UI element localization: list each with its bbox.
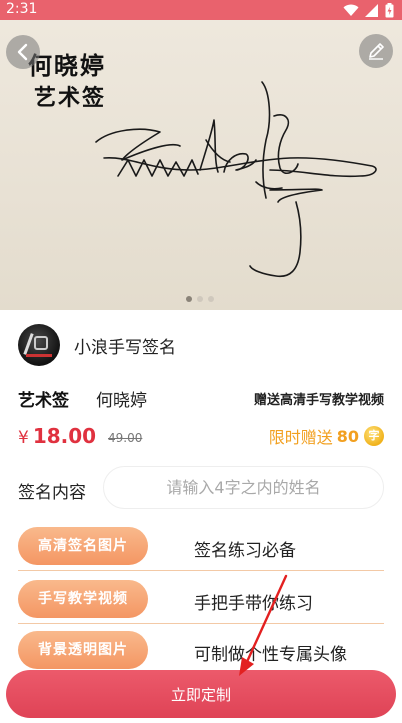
feature-tag: 高清签名图片 [18,527,148,565]
signature-content-label: 签名内容 [18,483,86,503]
edit-button[interactable] [359,34,393,68]
original-price: 49.00 [108,431,143,445]
pen-icon [369,43,384,60]
status-time: 2:31 [6,1,38,17]
status-icons [343,2,394,18]
shop-name: 小浪手写签名 [74,337,176,358]
status-bar: 2:31 [0,0,402,20]
feature-tag: 背景透明图片 [18,631,148,669]
signature-preview-image[interactable]: 何晓婷 艺术签 [0,20,402,310]
feature-item: 背景透明图片 可制做个性专属头像 [18,631,384,671]
carousel-dot [186,296,192,302]
feature-desc: 可制做个性专属头像 [194,645,347,665]
carousel-indicator [186,296,214,302]
coin-icon: 字 [364,426,384,446]
product-title-row: 艺术签 何晓婷 赠送高清手写教学视频 [18,386,384,411]
feature-desc: 手把手带你练习 [194,594,313,614]
feature-item: 高清签名图片 签名练习必备 [18,527,384,571]
wifi-icon [343,4,359,16]
divider [18,570,384,571]
feature-item: 手写教学视频 手把手带你练习 [18,580,384,624]
shop-avatar [18,324,60,366]
currency-symbol: ¥ [18,428,29,448]
price-row: ¥18.00 49.00 限时赠送 80 字 [18,424,384,450]
feature-desc: 签名练习必备 [194,541,296,561]
signal-icon [365,3,378,17]
carousel-dot [208,296,214,302]
customize-now-button[interactable]: 立即定制 [6,670,396,718]
product-style: 艺术签 [18,391,69,411]
back-button[interactable] [6,35,40,69]
carousel-dot [197,296,203,302]
current-price: ¥18.00 [18,424,96,448]
divider [18,623,384,624]
promo-text: 限时赠送 [268,428,333,447]
promo-badge: 限时赠送 80 字 [269,424,384,448]
feature-tag: 手写教学视频 [18,580,148,618]
promo-amount: 80 [336,426,359,446]
bonus-text: 赠送高清手写教学视频 [253,393,384,408]
shop-info[interactable]: 小浪手写签名 [18,323,176,367]
signature-content-field: 签名内容 [18,466,384,510]
product-name: 何晓婷 [96,391,147,411]
signature-drawing [95,81,377,278]
signature-name-input[interactable] [103,466,384,509]
price-value: 18.00 [32,424,97,448]
battery-icon [385,2,394,17]
chevron-left-icon [17,43,28,61]
